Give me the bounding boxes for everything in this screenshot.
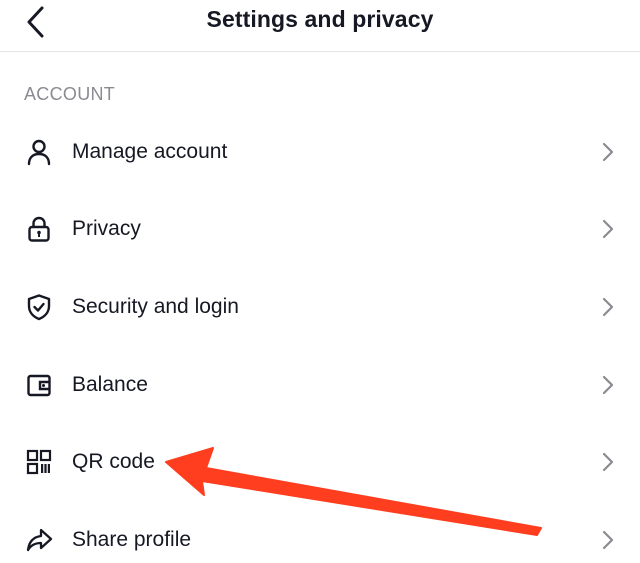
menu-item-label: Privacy bbox=[72, 217, 141, 241]
menu-item-security-and-login[interactable]: Security and login bbox=[0, 268, 640, 346]
menu-item-label: Balance bbox=[72, 372, 148, 396]
person-icon bbox=[24, 137, 54, 167]
menu-item-balance[interactable]: Balance bbox=[0, 346, 640, 424]
menu-item-label: Manage account bbox=[72, 139, 228, 163]
account-menu-list: Manage account Privacy Security and logi… bbox=[0, 113, 640, 563]
section-header-account: ACCOUNT bbox=[24, 84, 116, 104]
settings-screen: Settings and privacy ACCOUNT Manage acco… bbox=[0, 0, 640, 563]
chevron-right-icon bbox=[600, 528, 616, 552]
chevron-right-icon bbox=[600, 217, 616, 241]
wallet-icon bbox=[24, 370, 54, 400]
menu-item-manage-account[interactable]: Manage account bbox=[0, 113, 640, 191]
chevron-right-icon bbox=[600, 450, 616, 474]
chevron-right-icon bbox=[600, 373, 616, 397]
top-nav-bar: Settings and privacy bbox=[0, 0, 640, 52]
chevron-right-icon bbox=[600, 295, 616, 319]
page-title: Settings and privacy bbox=[206, 6, 434, 32]
share-arrow-icon bbox=[24, 525, 54, 555]
menu-item-qr-code[interactable]: QR code bbox=[0, 423, 640, 501]
menu-item-label: QR code bbox=[72, 450, 155, 474]
shield-check-icon bbox=[24, 292, 54, 322]
chevron-right-icon bbox=[600, 140, 616, 164]
lock-icon bbox=[24, 214, 54, 244]
menu-item-label: Security and login bbox=[72, 294, 239, 318]
menu-item-label: Share profile bbox=[72, 527, 192, 551]
qr-code-icon bbox=[24, 447, 54, 477]
menu-item-share-profile[interactable]: Share profile bbox=[0, 501, 640, 563]
menu-item-privacy[interactable]: Privacy bbox=[0, 191, 640, 269]
